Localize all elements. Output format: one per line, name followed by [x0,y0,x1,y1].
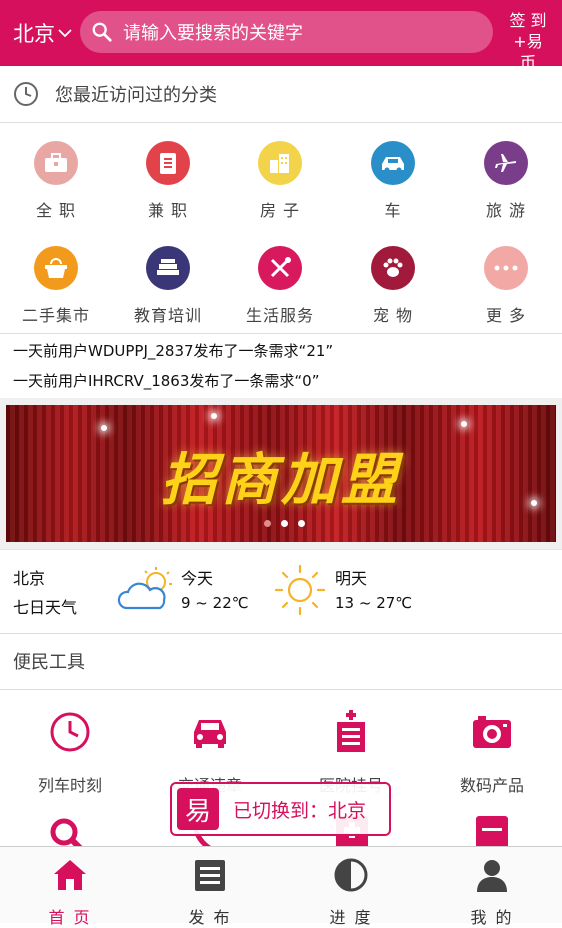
nav-label: 发 布 [188,908,232,927]
category-label: 房 子 [259,201,301,220]
today-temp: 9 ~ 22℃ [181,594,249,612]
weather-city: 北京 [13,569,46,588]
weather-subtitle: 七日天气 [13,598,78,617]
category-fulltime[interactable]: 全 职 [0,141,112,221]
recent-label: 您最近访问过的分类 [55,85,217,106]
category-car[interactable]: 车 [337,141,449,221]
category-label: 教育培训 [133,306,202,325]
top-bar: 北京 请输入要搜索的关键字 签 到 +易币 [0,0,562,72]
sparkle [101,425,107,431]
airplane-icon [484,141,528,185]
nav-publish[interactable]: 发 布 [140,857,280,928]
search-placeholder: 请输入要搜索的关键字 [123,23,303,44]
app-logo-badge: 易 [177,788,219,830]
category-label: 全 职 [35,201,77,220]
tomorrow-temp: 13 ~ 27℃ [335,594,413,612]
tool-label: 数码产品 [459,776,524,795]
bottom-nav: 首 页 发 布 进 度 我 的 [0,846,562,927]
city-label: 北京 [13,22,55,46]
notice-ticker: 一天前用户WDUPPJ_2837发布了一条需求“21” 一天前用户IHRCRV_… [0,334,562,398]
city-selector[interactable]: 北京 [13,18,79,48]
car-front-icon [194,720,226,748]
nav-home[interactable]: 首 页 [0,857,140,928]
car-icon [371,141,415,185]
search-tool-icon[interactable] [48,816,88,846]
carousel-dot[interactable] [281,520,288,527]
today-label: 今天 [181,569,214,588]
tool-label: 列车时刻 [37,776,102,795]
nav-label: 我 的 [470,908,514,927]
notice-item[interactable]: 一天前用户WDUPPJ_2837发布了一条需求“21” [13,336,562,366]
book-tool-icon[interactable] [472,814,512,846]
tools-section-title: 便民工具 [0,635,562,690]
recent-categories-row[interactable]: 您最近访问过的分类 [0,66,562,123]
clock-icon [50,712,90,752]
category-housing[interactable]: 房 子 [224,141,336,221]
more-icon [484,246,528,290]
hospital-icon [337,710,365,752]
carousel-dot[interactable] [298,520,305,527]
basket-icon [34,246,78,290]
notice-item[interactable]: 一天前用户IHRCRV_1863发布了一条需求“0” [13,366,562,396]
sunny-icon [274,564,326,616]
category-label: 旅 游 [485,201,527,220]
carousel-dots [264,520,305,527]
publish-list-icon [195,860,225,891]
category-label: 更 多 [485,306,527,325]
nav-label: 进 度 [329,908,373,927]
nav-label: 首 页 [48,908,92,927]
home-icon [54,860,86,890]
signin-label: 签 到 [509,11,547,30]
sparkle [461,421,467,427]
history-clock-icon [14,82,38,106]
partly-cloudy-icon [117,567,172,610]
category-label: 二手集市 [21,306,90,325]
nav-progress[interactable]: 进 度 [281,857,421,928]
buildings-icon [258,141,302,185]
banner-carousel: 招商加盟 [0,398,562,549]
briefcase-icon [34,141,78,185]
toast-text: 已切换到：北京 [233,799,367,822]
carousel-dot[interactable] [264,520,271,527]
category-education[interactable]: 教育培训 [112,246,224,326]
chevron-down-icon [58,29,72,38]
city-switch-toast: 易 已切换到：北京 [170,782,391,836]
tool-digital-products[interactable]: 数码产品 [422,710,562,796]
category-life-service[interactable]: 生活服务 [224,246,336,326]
tool-train-schedule[interactable]: 列车时刻 [0,710,140,796]
category-grid: 全 职 兼 职 房 子 车 旅 游 二手集市 教育培训 生活服务 宠 物 更 多 [0,124,562,334]
search-input[interactable]: 请输入要搜索的关键字 [80,11,493,53]
category-travel[interactable]: 旅 游 [450,141,562,221]
banner-title: 招商加盟 [161,448,401,513]
category-label: 生活服务 [245,306,314,325]
category-secondhand[interactable]: 二手集市 [0,246,112,326]
category-pets[interactable]: 宠 物 [337,246,449,326]
books-icon [146,246,190,290]
tomorrow-label: 明天 [335,569,368,588]
nav-mine[interactable]: 我 的 [422,857,562,928]
user-icon [477,860,507,892]
weather-panel[interactable]: 北京 七日天气 今天 9 ~ 22℃ 明天 13 ~ 27℃ [0,549,562,634]
tools-icon [258,246,302,290]
search-icon [92,22,112,42]
camera-icon [473,716,511,748]
signin-button[interactable]: 签 到 +易币 [506,10,550,73]
category-label: 兼 职 [147,201,189,220]
category-label: 车 [384,201,402,220]
progress-pie-icon [334,858,368,892]
banner-slide[interactable]: 招商加盟 [6,405,556,542]
document-list-icon [146,141,190,185]
sparkle [211,413,217,419]
category-parttime[interactable]: 兼 职 [112,141,224,221]
category-more[interactable]: 更 多 [450,246,562,326]
category-label: 宠 物 [372,306,414,325]
paw-icon [371,246,415,290]
